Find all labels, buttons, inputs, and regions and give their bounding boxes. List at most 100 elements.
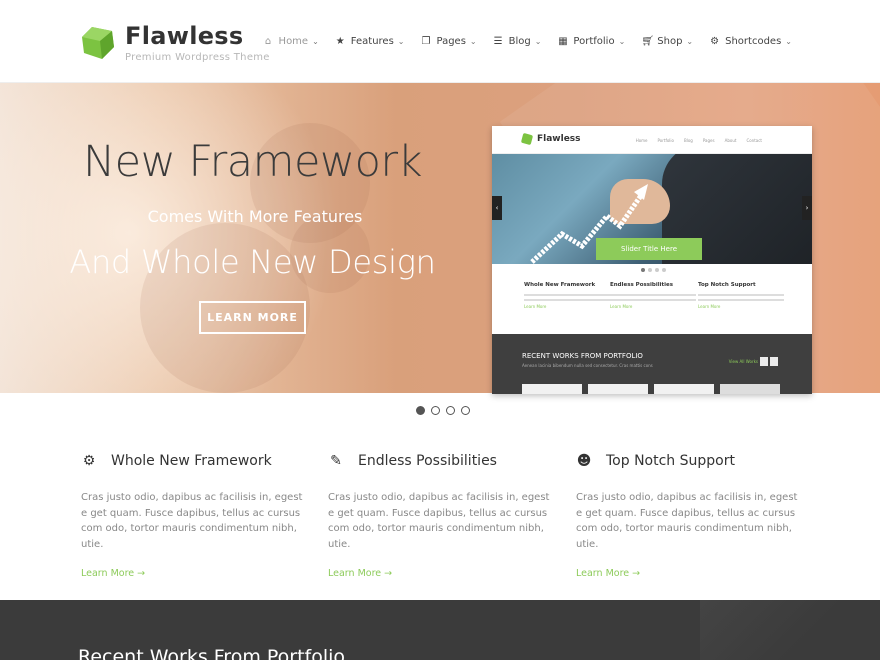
preview-feature-title: Top Notch Support [698, 282, 756, 288]
nav-label: Portfolio [573, 36, 615, 47]
main-nav: ⌂ Home ⌄ ★ Features ⌄ ❐ Pages ⌄ ☰ Blog ⌄ ▦ Portfo… [263, 36, 792, 47]
learn-more-link[interactable]: Learn More → [81, 568, 311, 579]
chevron-down-icon: ⌄ [469, 37, 477, 46]
nav-label: Shortcodes [725, 36, 782, 47]
nav-item-home[interactable]: ⌂ Home ⌄ [263, 36, 319, 47]
portfolio-title: Recent Works From Portfolio [78, 646, 346, 660]
preview-dots [641, 268, 666, 272]
site-tagline: Premium Wordpress Theme [125, 52, 270, 63]
home-icon: ⌂ [264, 36, 272, 47]
feature-heading: ✎ Endless Possibilities [328, 452, 558, 470]
feature-heading: ☻ Top Notch Support [576, 452, 806, 470]
chevron-down-icon: ⌄ [686, 37, 694, 46]
nav-item-portfolio[interactable]: ▦ Portfolio ⌄ [557, 36, 625, 47]
preview-next-arrow: › [802, 196, 812, 220]
logo-mark-icon [82, 27, 114, 59]
preview-feature-link: Learn More [698, 304, 721, 309]
preview-text-line [698, 294, 784, 296]
list-icon: ☰ [493, 36, 503, 47]
preview-feature: Whole New Framework Learn More [524, 282, 610, 309]
preview-feature: Top Notch Support Learn More [698, 282, 784, 309]
preview-text-line [610, 299, 696, 301]
preview-nav-item: Contact [746, 138, 762, 143]
users-icon: ☻ [576, 453, 592, 469]
preview-dot [648, 268, 652, 272]
preview-text-line [610, 294, 696, 296]
preview-dot [641, 268, 645, 272]
preview-portfolio-band: RECENT WORKS FROM PORTFOLIO Aenean lacin… [492, 334, 812, 394]
slider-dot-1[interactable] [416, 406, 425, 415]
preview-next-icon [770, 357, 778, 366]
learn-more-link[interactable]: Learn More → [576, 568, 806, 579]
preview-logo-text: Flawless [537, 134, 581, 144]
preview-nav-item: Pages [702, 138, 715, 143]
site-header: Flawless Premium Wordpress Theme ⌂ Home ⌄ … [0, 0, 880, 83]
magic-wand-icon: ✎ [330, 453, 342, 469]
feature-text: Cras justo odio, dapibus ac facilisis in… [328, 492, 550, 550]
preview-feature-title: Endless Possibilities [610, 282, 674, 288]
nav-label: Features [350, 36, 394, 47]
feature-title: Top Notch Support [606, 453, 735, 469]
nav-label: Blog [508, 36, 531, 47]
preview-logo-icon [520, 132, 534, 146]
feature-block: ☻ Top Notch Support Cras justo odio, dap… [576, 452, 806, 579]
preview-text-line [698, 299, 784, 301]
feature-text: Cras justo odio, dapibus ac facilisis in… [81, 492, 303, 550]
preview-nav-item: Portfolio [657, 138, 674, 143]
nav-label: Pages [436, 36, 466, 47]
preview-nav: Home Portfolio Blog Pages About Contact [636, 138, 762, 143]
star-icon: ★ [335, 36, 345, 47]
site-title: Flawless [125, 22, 244, 50]
preview-portfolio-title: RECENT WORKS FROM PORTFOLIO [522, 352, 643, 360]
slider-dot-3[interactable] [446, 406, 455, 415]
feature-block: ⚙ Whole New Framework Cras justo odio, d… [81, 452, 311, 579]
chevron-down-icon: ⌄ [397, 37, 405, 46]
preview-nav-item: Home [635, 138, 648, 143]
feature-title: Endless Possibilities [358, 453, 497, 469]
preview-thumb [654, 384, 714, 394]
preview-nav-item: Blog [683, 138, 693, 143]
nav-label: Shop [657, 36, 683, 47]
preview-nav-item: About [724, 138, 737, 143]
hero-subtitle: Comes With More Features [147, 207, 363, 226]
portfolio-section: Recent Works From Portfolio [0, 600, 880, 660]
chevron-down-icon: ⌄ [312, 37, 319, 46]
pages-icon: ❐ [421, 36, 431, 47]
preview-header: Flawless Home Portfolio Blog Pages About… [492, 126, 812, 154]
preview-dot [655, 268, 659, 272]
cogs-icon: ⚙ [82, 453, 96, 469]
preview-feature-link: Learn More [610, 304, 633, 309]
feature-title: Whole New Framework [111, 453, 272, 469]
nav-item-pages[interactable]: ❐ Pages ⌄ [420, 36, 477, 47]
nav-item-features[interactable]: ★ Features ⌄ [335, 36, 405, 47]
slider-dot-4[interactable] [461, 406, 470, 415]
preview-thumb [522, 384, 582, 394]
grid-icon: ▦ [558, 36, 568, 47]
learn-more-link[interactable]: Learn More → [328, 568, 558, 579]
hero-title: New Framework [83, 137, 423, 187]
slider-dot-2[interactable] [431, 406, 440, 415]
nav-item-shop[interactable]: 🛒︎ Shop ⌄ [641, 36, 693, 47]
logo[interactable]: Flawless Premium Wordpress Theme [80, 22, 270, 64]
preview-text-line [524, 299, 610, 301]
preview-feature-title: Whole New Framework [524, 282, 596, 288]
preview-prev-arrow: ‹ [492, 196, 502, 220]
nav-item-shortcodes[interactable]: ⚙ Shortcodes ⌄ [709, 36, 792, 47]
chevron-down-icon: ⌄ [534, 37, 542, 46]
cart-icon: 🛒︎ [641, 36, 654, 47]
learn-more-button[interactable]: LEARN MORE [199, 301, 306, 334]
preview-thumb [588, 384, 648, 394]
portfolio-shade [700, 600, 880, 660]
nav-item-blog[interactable]: ☰ Blog ⌄ [493, 36, 542, 47]
slider-pagination [416, 406, 470, 415]
preview-thumb [720, 384, 780, 394]
chevron-down-icon: ⌄ [618, 37, 626, 46]
preview-feature: Endless Possibilities Learn More [610, 282, 696, 309]
preview-caption: Slider Title Here [596, 238, 702, 260]
hero-title-2: And Whole New Design [69, 243, 436, 281]
feature-block: ✎ Endless Possibilities Cras justo odio,… [328, 452, 558, 579]
preview-dot [662, 268, 666, 272]
preview-portfolio-subtitle: Aenean lacinia bibendum nulla sed consec… [522, 363, 653, 368]
feature-text: Cras justo odio, dapibus ac facilisis in… [576, 492, 798, 550]
feature-heading: ⚙ Whole New Framework [81, 452, 311, 470]
